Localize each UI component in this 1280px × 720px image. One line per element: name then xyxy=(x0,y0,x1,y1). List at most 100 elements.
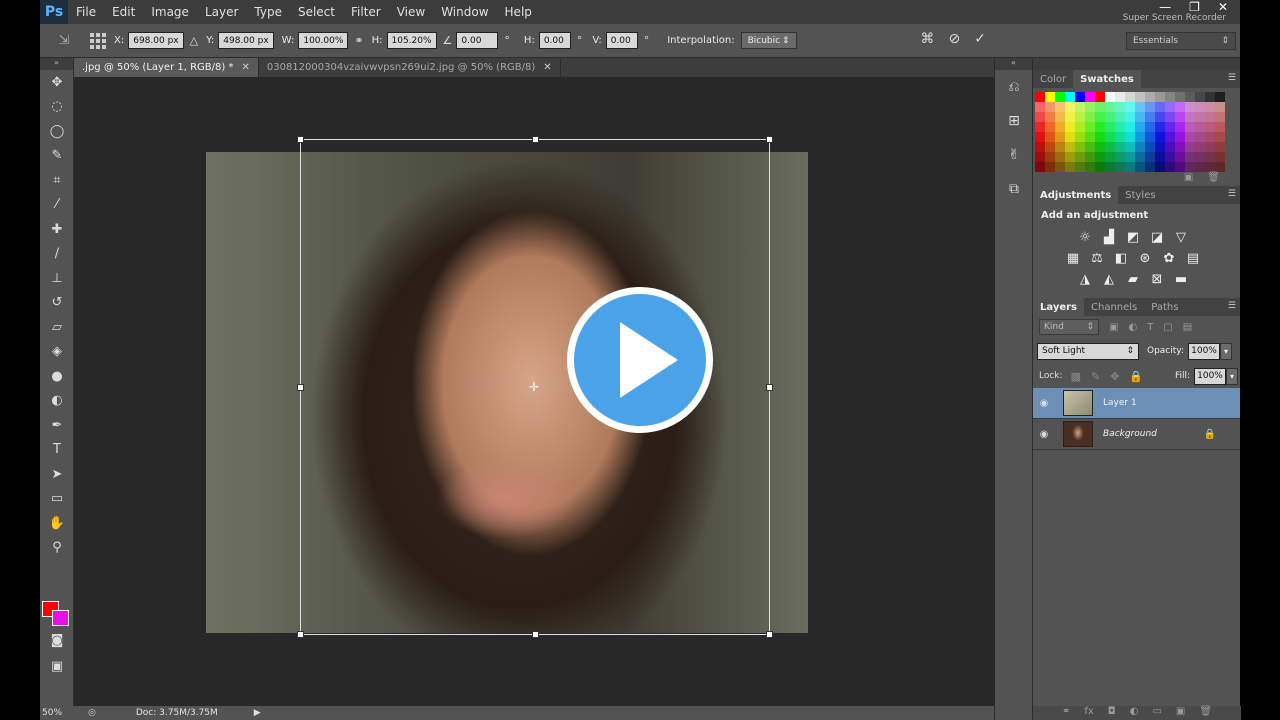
swatch-cell[interactable] xyxy=(1105,92,1115,102)
swatch-cell[interactable] xyxy=(1095,142,1105,152)
filter-shape-icon[interactable]: ▢ xyxy=(1163,322,1172,333)
swatch-cell[interactable] xyxy=(1085,102,1095,112)
channel-mixer-icon[interactable]: ✿ xyxy=(1161,251,1177,266)
swatch-cell[interactable] xyxy=(1075,142,1085,152)
swatch-cell[interactable] xyxy=(1125,152,1135,162)
menu-layer[interactable]: Layer xyxy=(197,5,246,19)
swatch-cell[interactable] xyxy=(1195,122,1205,132)
swatch-cell[interactable] xyxy=(1075,152,1085,162)
swatch-cell[interactable] xyxy=(1205,162,1215,172)
swatch-cell[interactable] xyxy=(1065,142,1075,152)
swatch-cell[interactable] xyxy=(1045,102,1055,112)
panels-collapse-bar[interactable] xyxy=(1033,58,1240,70)
paint-bucket-tool-icon[interactable]: ◈ xyxy=(40,340,74,365)
tab-layers[interactable]: Layers xyxy=(1033,298,1084,316)
hue-saturation-icon[interactable]: ▦ xyxy=(1065,251,1081,266)
filter-adjustment-icon[interactable]: ◐ xyxy=(1128,322,1137,333)
close-button[interactable]: ✕ xyxy=(1218,0,1228,14)
swatch-cell[interactable] xyxy=(1125,142,1135,152)
swatch-cell[interactable] xyxy=(1165,142,1175,152)
swatch-cell[interactable] xyxy=(1085,132,1095,142)
swatch-cell[interactable] xyxy=(1165,102,1175,112)
swatch-cell[interactable] xyxy=(1175,112,1185,122)
path-select-tool-icon[interactable]: ➤ xyxy=(40,462,74,487)
warp-icon[interactable]: ⌘ xyxy=(921,31,935,47)
swatch-cell[interactable] xyxy=(1065,102,1075,112)
visibility-eye-icon[interactable]: ◉ xyxy=(1033,429,1055,440)
swatch-cell[interactable] xyxy=(1105,162,1115,172)
swatch-cell[interactable] xyxy=(1045,152,1055,162)
delta-icon[interactable]: △ xyxy=(190,34,198,47)
hand-tool-icon[interactable]: ✋ xyxy=(40,511,74,536)
transform-handle-top[interactable] xyxy=(532,136,539,143)
swatch-cell[interactable] xyxy=(1145,152,1155,162)
curves-icon[interactable]: ◩ xyxy=(1125,230,1141,245)
swatch-cell[interactable] xyxy=(1125,102,1135,112)
selective-color-icon[interactable]: ⊠ xyxy=(1149,272,1165,287)
tab-adjustments[interactable]: Adjustments xyxy=(1033,186,1119,204)
swatch-cell[interactable] xyxy=(1085,142,1095,152)
close-tab-icon[interactable]: ✕ xyxy=(543,62,551,73)
swatch-cell[interactable] xyxy=(1115,152,1125,162)
background-color-swatch[interactable] xyxy=(52,610,69,626)
swatch-cell[interactable] xyxy=(1055,162,1065,172)
swatch-cell[interactable] xyxy=(1125,122,1135,132)
swatch-cell[interactable] xyxy=(1125,162,1135,172)
swatch-cell[interactable] xyxy=(1155,152,1165,162)
swatch-cell[interactable] xyxy=(1045,122,1055,132)
vskew-field[interactable]: 0.00 xyxy=(605,32,638,49)
tab-document-2[interactable]: 030812000304vzaivwvpsn269ui2.jpg @ 50% (… xyxy=(259,58,561,77)
menu-file[interactable]: File xyxy=(68,5,104,19)
swatch-cell[interactable] xyxy=(1055,142,1065,152)
swatch-cell[interactable] xyxy=(1145,112,1155,122)
swatch-cell[interactable] xyxy=(1075,92,1085,102)
swatch-cell[interactable] xyxy=(1165,162,1175,172)
swatch-cell[interactable] xyxy=(1045,92,1055,102)
menu-window[interactable]: Window xyxy=(433,5,496,19)
swatch-cell[interactable] xyxy=(1105,142,1115,152)
pen-tool-icon[interactable]: ✒ xyxy=(40,413,74,438)
screen-mode-icon[interactable]: ▣ xyxy=(40,654,74,679)
transform-handle-bl[interactable] xyxy=(297,631,304,638)
posterize-icon[interactable]: ◭ xyxy=(1101,272,1117,287)
swatch-cell[interactable] xyxy=(1175,162,1185,172)
swatch-cell[interactable] xyxy=(1075,132,1085,142)
menu-edit[interactable]: Edit xyxy=(104,5,143,19)
swatch-cell[interactable] xyxy=(1065,132,1075,142)
swatch-cell[interactable] xyxy=(1065,162,1075,172)
cancel-transform-icon[interactable]: ⊘ xyxy=(949,31,961,47)
transform-handle-tl[interactable] xyxy=(297,136,304,143)
layer-row-background[interactable]: ◉ Background 🔒 xyxy=(1033,419,1240,450)
lock-transparency-icon[interactable]: ▩ xyxy=(1071,370,1081,383)
swatch-cell[interactable] xyxy=(1205,122,1215,132)
new-layer-icon[interactable]: ▣ xyxy=(1176,706,1185,720)
swatch-cell[interactable] xyxy=(1175,122,1185,132)
move-tool-icon[interactable]: ✥ xyxy=(40,70,74,95)
swatch-cell[interactable] xyxy=(1175,132,1185,142)
swatch-cell[interactable] xyxy=(1155,122,1165,132)
history-brush-tool-icon[interactable]: ↺ xyxy=(40,291,74,316)
blend-mode-select[interactable]: Soft Light ⇕ xyxy=(1037,342,1139,360)
tab-paths[interactable]: Paths xyxy=(1144,298,1185,316)
swatch-cell[interactable] xyxy=(1165,152,1175,162)
swatch-cell[interactable] xyxy=(1185,142,1195,152)
invert-icon[interactable]: ◮ xyxy=(1077,272,1093,287)
swatch-cell[interactable] xyxy=(1105,122,1115,132)
swatch-cell[interactable] xyxy=(1195,112,1205,122)
swatch-cell[interactable] xyxy=(1215,102,1225,112)
swatch-cell[interactable] xyxy=(1105,132,1115,142)
delete-swatch-icon[interactable]: 🗑 xyxy=(1207,172,1220,186)
swatch-cell[interactable] xyxy=(1195,152,1205,162)
black-white-icon[interactable]: ◧ xyxy=(1113,251,1129,266)
gradient-map-icon[interactable]: ▬ xyxy=(1173,272,1189,287)
link-icon[interactable]: ⚭ xyxy=(354,34,363,47)
blur-tool-icon[interactable]: ● xyxy=(40,364,74,389)
new-swatch-icon[interactable]: ▣ xyxy=(1184,172,1193,186)
status-options-icon[interactable]: ◎ xyxy=(88,708,96,718)
swatch-cell[interactable] xyxy=(1035,162,1045,172)
swatch-cell[interactable] xyxy=(1205,152,1215,162)
swatch-cell[interactable] xyxy=(1215,162,1225,172)
swatch-cell[interactable] xyxy=(1155,112,1165,122)
swatch-cell[interactable] xyxy=(1185,132,1195,142)
hskew-field[interactable]: 0.00 xyxy=(538,32,571,49)
